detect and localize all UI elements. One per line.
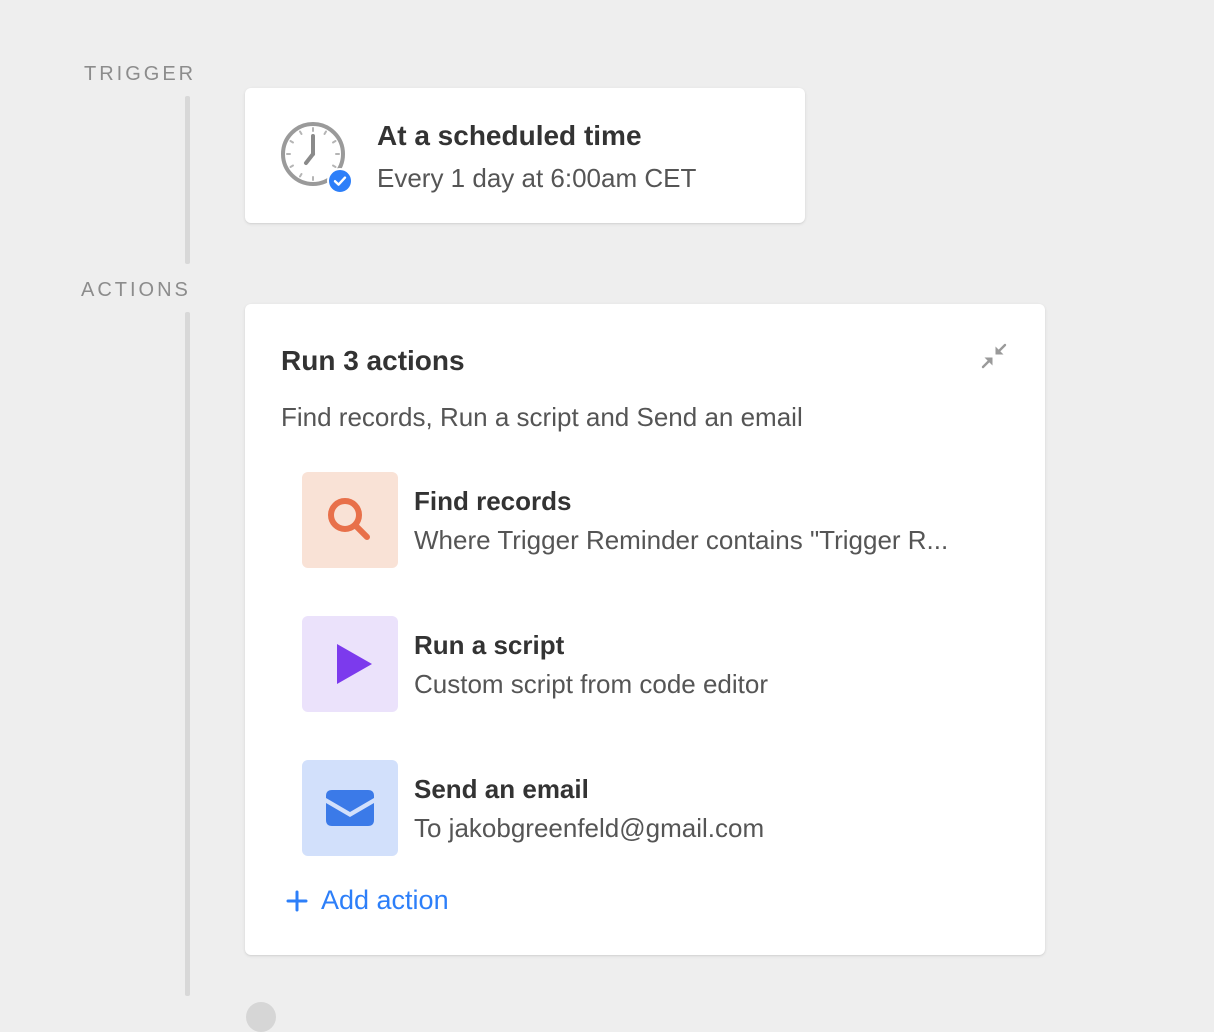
action-tile bbox=[302, 760, 398, 856]
collapse-button[interactable] bbox=[976, 338, 1012, 374]
add-action-button[interactable]: Add action bbox=[286, 885, 449, 916]
actions-section-label: ACTIONS bbox=[81, 279, 191, 301]
actions-title: Run 3 actions bbox=[281, 345, 465, 376]
action-description: To jakobgreenfeld@gmail.com bbox=[414, 813, 765, 843]
add-action-label: Add action bbox=[321, 885, 449, 915]
trigger-rail bbox=[185, 96, 190, 264]
play-icon bbox=[337, 644, 372, 684]
trigger-section-label: TRIGGER bbox=[84, 63, 197, 85]
action-name: Send an email bbox=[414, 774, 589, 804]
action-tile bbox=[302, 616, 398, 712]
actions-summary: Find records, Run a script and Send an e… bbox=[281, 402, 803, 432]
actions-rail bbox=[185, 312, 190, 996]
trigger-title: At a scheduled time bbox=[377, 120, 642, 151]
action-send-email[interactable]: Send an email To jakobgreenfeld@gmail.co… bbox=[302, 760, 1002, 856]
trigger-schedule: Every 1 day at 6:00am CET bbox=[377, 163, 697, 193]
search-icon bbox=[328, 498, 370, 540]
plus-icon bbox=[286, 890, 308, 911]
action-description: Where Trigger Reminder contains "Trigger… bbox=[414, 525, 949, 555]
collapse-icon bbox=[981, 343, 1007, 369]
action-run-script[interactable]: Run a script Custom script from code edi… bbox=[302, 616, 1002, 712]
envelope-icon bbox=[326, 790, 374, 826]
action-find-records[interactable]: Find records Where Trigger Reminder cont… bbox=[302, 472, 1002, 568]
action-description: Custom script from code editor bbox=[414, 669, 769, 699]
check-badge-icon bbox=[327, 168, 353, 194]
action-name: Run a script bbox=[414, 630, 565, 660]
action-tile bbox=[302, 472, 398, 568]
next-node-indicator bbox=[246, 1002, 276, 1032]
action-name: Find records bbox=[414, 486, 572, 516]
